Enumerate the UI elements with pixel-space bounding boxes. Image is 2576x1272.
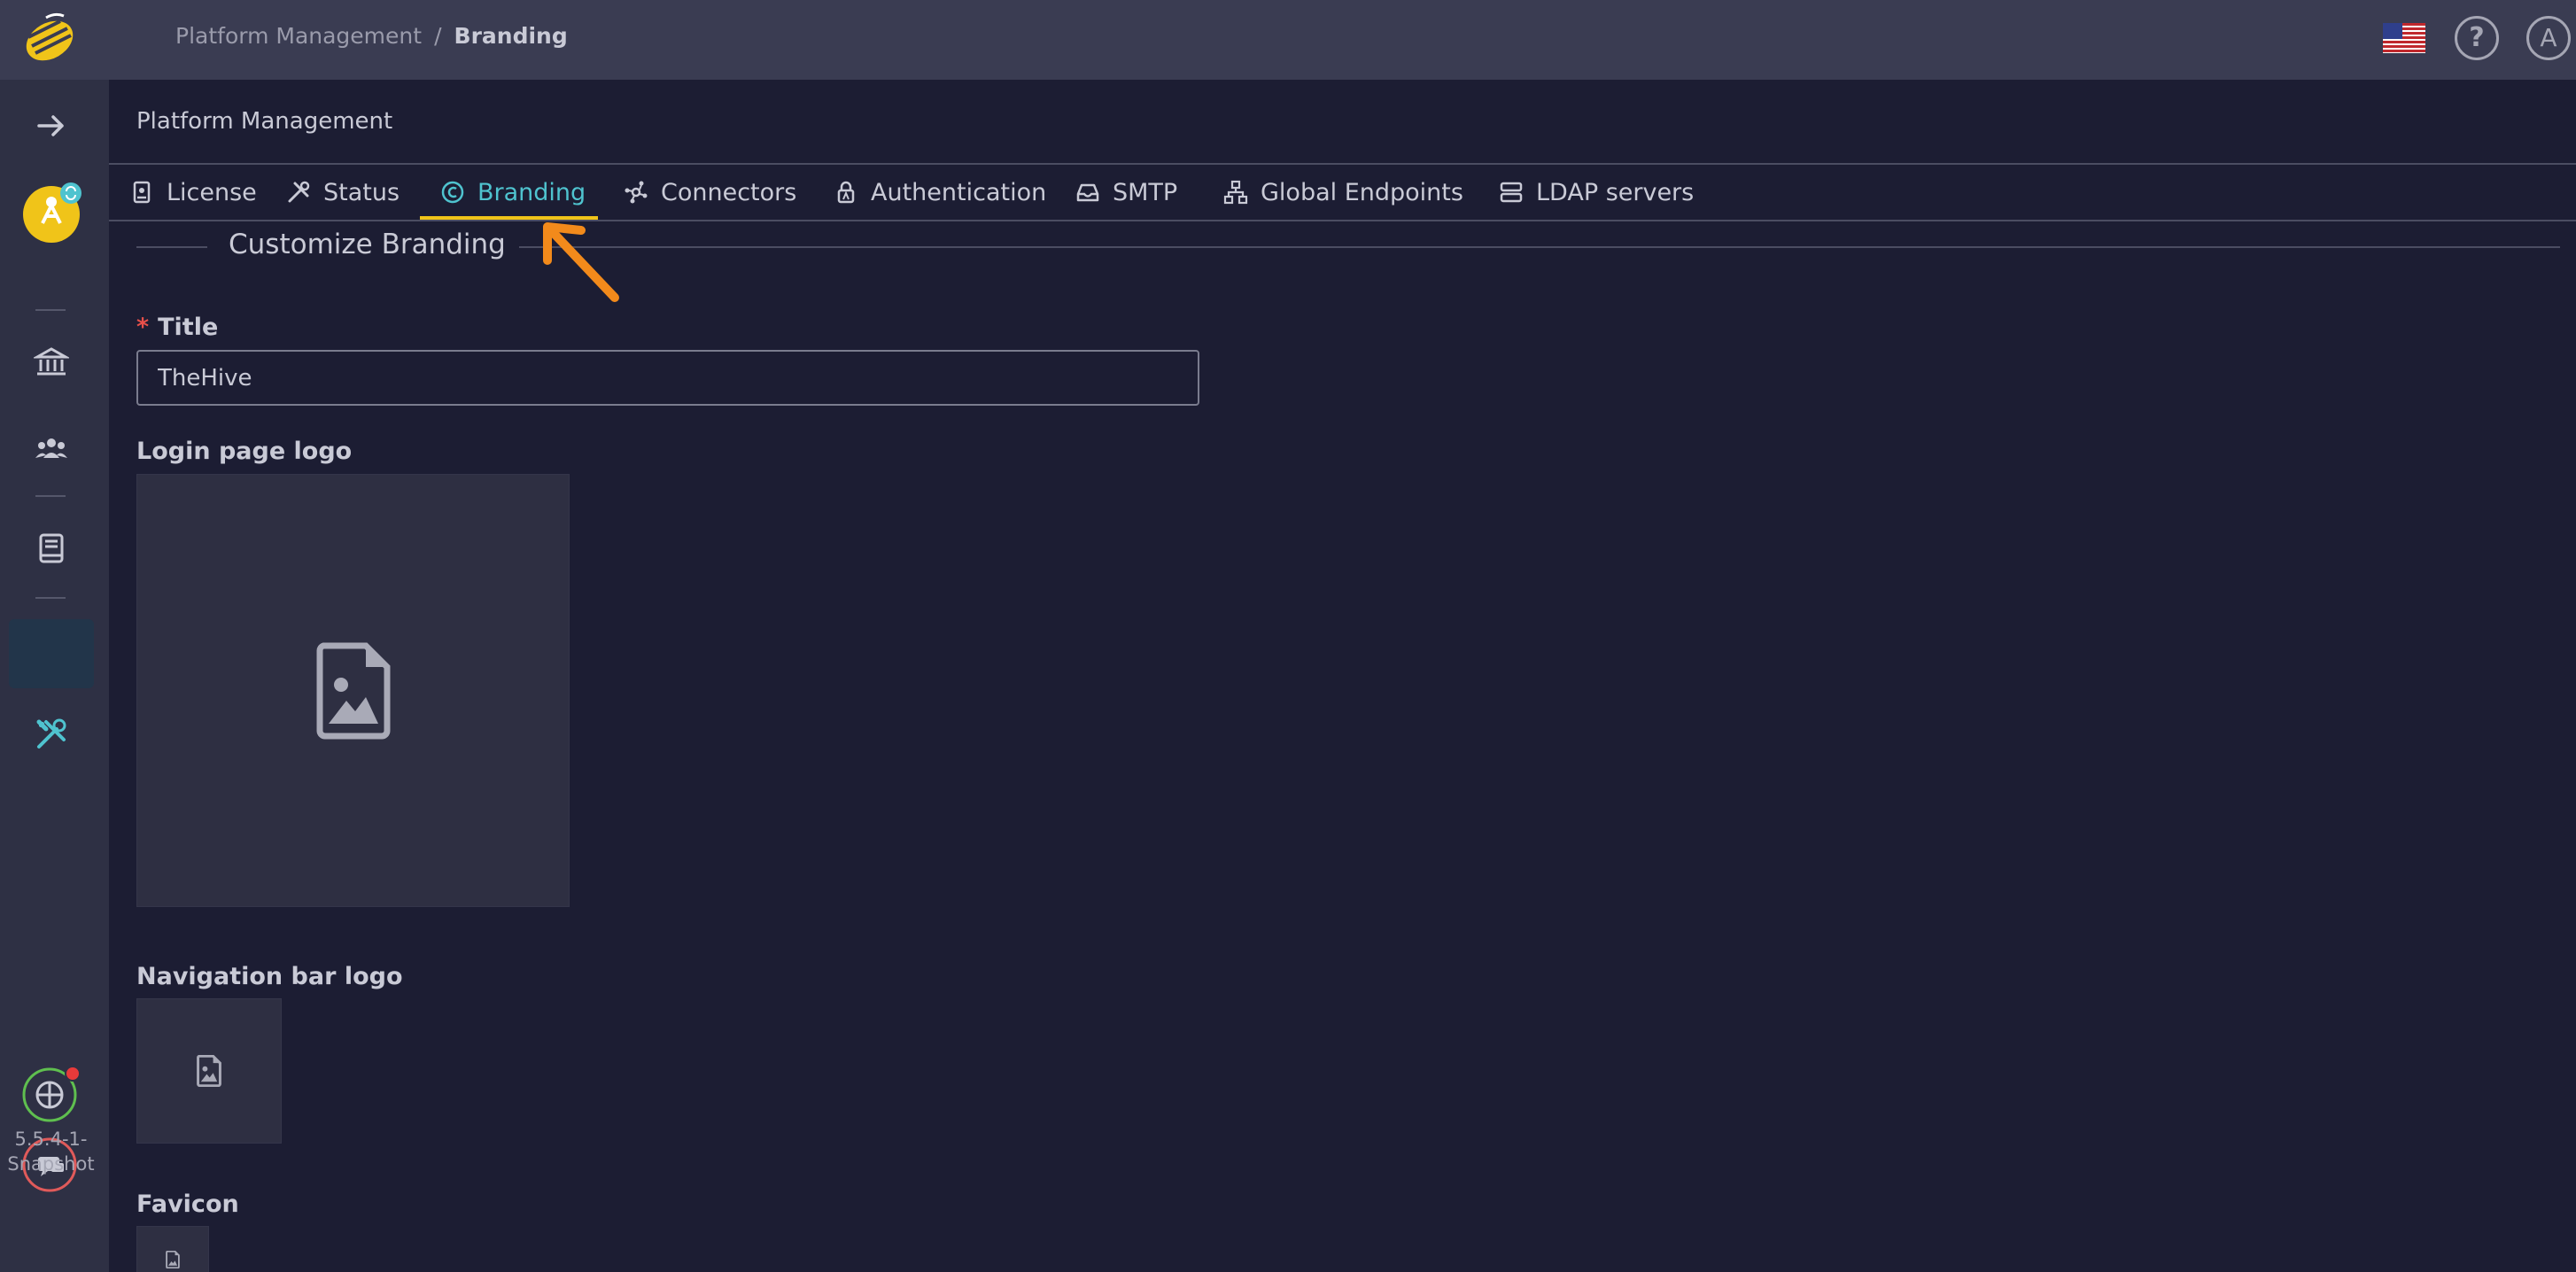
tab-license[interactable]: License [129,165,257,220]
status-sync-icon[interactable] [21,1065,81,1125]
tab-ldap-servers[interactable]: LDAP servers [1499,165,1694,220]
tab-label: Connectors [661,178,797,206]
tabs-bottom-border [109,220,2576,221]
breadcrumb-separator: / [434,23,442,49]
inbox-icon [1076,183,1099,202]
tab-label: Global Endpoints [1261,178,1463,206]
thehive-logo-icon[interactable] [19,11,80,67]
expand-arrow-icon[interactable] [34,108,69,143]
favicon-upload[interactable] [136,1226,209,1272]
app-version: 5.5.4-1- Snapshot [0,1127,102,1176]
section-title: Customize Branding [229,229,506,260]
book-icon[interactable] [34,531,69,566]
lock-icon [837,181,855,204]
id-badge-icon [133,181,151,204]
tab-status[interactable]: Status [286,165,400,220]
page-title: Platform Management [136,108,393,135]
annotation-arrow-icon [543,222,619,302]
sidebar-divider [35,309,66,311]
bank-icon[interactable] [34,345,69,380]
breadcrumb-parent[interactable]: Platform Management [175,23,422,49]
tab-label: License [167,178,257,206]
tab-label: Branding [477,178,586,206]
tab-branding[interactable]: Branding [440,165,586,220]
file-image-icon [197,1055,221,1087]
server-icon [1500,182,1523,203]
tools-icon[interactable] [34,717,69,752]
breadcrumb: Platform Management / Branding [175,23,568,49]
file-image-icon [166,1251,180,1268]
navbar-logo-label: Navigation bar logo [136,963,403,990]
navbar-logo-upload[interactable] [136,998,282,1144]
help-icon[interactable]: ? [2455,16,2499,60]
tab-label: Status [323,178,400,206]
user-avatar[interactable]: A [2526,16,2571,60]
copyright-icon [441,181,464,204]
tab-label: LDAP servers [1536,178,1695,206]
users-icon[interactable] [34,431,69,467]
file-image-icon [316,642,390,739]
tab-global-endpoints[interactable]: Global Endpoints [1223,165,1463,220]
tab-smtp[interactable]: SMTP [1075,165,1177,220]
tab-authentication[interactable]: Authentication [834,165,1046,220]
sidebar-divider [35,597,66,599]
organisation-avatar-icon[interactable] [21,181,85,244]
sidebar-divider [35,495,66,497]
section-divider [136,246,207,248]
tab-label: Authentication [871,178,1047,206]
title-label-text: Title [158,314,219,341]
network-icon [625,181,648,204]
login-logo-upload[interactable] [136,474,570,907]
sidebar-item-platform-management[interactable] [9,619,94,688]
title-label: * Title [136,314,218,341]
favicon-label: Favicon [136,1191,239,1218]
login-logo-label: Login page logo [136,438,353,465]
app-version-text: 5.5.4-1- Snapshot [7,1129,95,1175]
tools-icon [288,181,310,203]
top-bar: Platform Management / Branding ? A [0,0,2576,80]
required-mark: * [136,314,150,341]
breadcrumb-current: Branding [454,23,568,49]
section-divider [519,246,2560,248]
tab-connectors[interactable]: Connectors [624,165,796,220]
tab-label: SMTP [1113,178,1178,206]
sitemap-icon [1223,180,1248,205]
us-flag-icon[interactable] [2383,23,2425,53]
title-input[interactable] [136,350,1199,406]
